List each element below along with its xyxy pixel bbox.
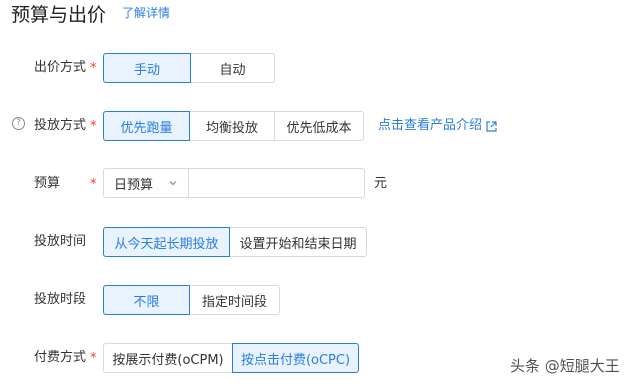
delivery-long-term-option[interactable]: 从今天起长期投放 [103,227,230,257]
budget-label: 预算 [34,176,61,191]
product-intro-link[interactable]: 点击查看产品介绍 [378,118,497,134]
bid-method-segmented: 手动 自动 [103,53,275,83]
delivery-time-segmented: 从今天起长期投放 设置开始和结束日期 [103,227,367,257]
watermark: 头条 @短腿大王 [510,357,620,375]
delivery-time-label: 投放时间 [34,234,87,249]
bid-manual-option[interactable]: 手动 [103,53,191,83]
payment-method-label: 付费方式 [34,350,87,365]
page-title: 预算与出价 [11,4,107,26]
budget-amount-input[interactable] [188,168,365,198]
required-mark: * [90,351,97,366]
period-specified-option[interactable]: 指定时间段 [189,285,280,315]
delivery-low-cost-option[interactable]: 优先低成本 [274,111,364,141]
delivery-date-range-option[interactable]: 设置开始和结束日期 [229,227,367,257]
budget-type-select[interactable]: 日预算 [103,168,189,198]
product-intro-link-label: 点击查看产品介绍 [378,118,483,133]
payment-ocpm-option[interactable]: 按展示付费(oCPM) [103,343,233,373]
payment-ocpc-option[interactable]: 按点击付费(oCPC) [232,343,359,373]
required-mark: * [90,61,97,76]
delivery-period-label: 投放时段 [34,292,87,307]
delivery-method-segmented: 优先跑量 均衡投放 优先低成本 [103,111,364,141]
period-unlimited-option[interactable]: 不限 [103,285,190,315]
delivery-method-label: 投放方式 [34,118,87,133]
payment-method-segmented: 按展示付费(oCPM) 按点击付费(oCPC) [103,343,359,373]
delivery-balanced-option[interactable]: 均衡投放 [189,111,275,141]
external-link-icon [486,120,497,132]
bid-auto-option[interactable]: 自动 [190,53,275,83]
budget-type-value: 日预算 [114,177,154,193]
delivery-period-segmented: 不限 指定时间段 [103,285,280,315]
required-mark: * [90,119,97,134]
chevron-down-icon [169,181,177,186]
budget-unit: 元 [374,176,388,191]
learn-more-link[interactable]: 了解详情 [122,5,170,21]
question-circle-icon[interactable]: ? [12,117,25,130]
delivery-priority-volume-option[interactable]: 优先跑量 [103,111,190,141]
required-mark: * [90,177,97,192]
bid-method-label: 出价方式 [34,60,87,75]
